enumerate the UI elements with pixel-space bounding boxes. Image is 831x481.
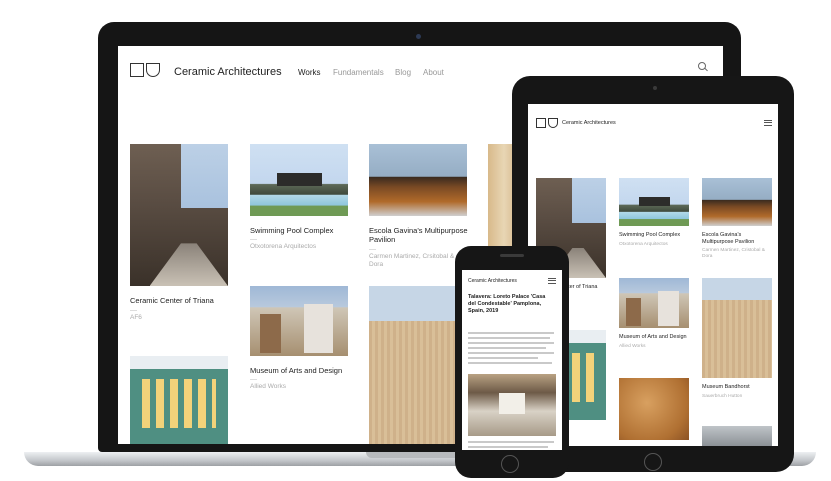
logo-mark-right xyxy=(548,118,558,128)
phone-speaker xyxy=(500,254,524,257)
site-logo[interactable] xyxy=(130,63,160,77)
work-title[interactable]: Escola Gavina's Multipurpose Pavilion xyxy=(369,226,469,244)
work-thumbnail[interactable] xyxy=(619,178,689,226)
work-thumbnail[interactable] xyxy=(250,286,348,356)
tablet-camera xyxy=(653,86,657,90)
work-thumbnail[interactable] xyxy=(130,144,228,286)
work-author: Allied Works xyxy=(619,344,646,349)
text-line xyxy=(468,446,548,448)
site-brand[interactable]: Ceramic Architectures xyxy=(468,278,517,285)
search-icon[interactable] xyxy=(698,62,706,70)
tablet-home-button[interactable] xyxy=(644,453,662,471)
laptop-notch xyxy=(366,452,466,458)
work-thumbnail[interactable] xyxy=(702,278,772,378)
work-thumbnail[interactable] xyxy=(619,278,689,328)
menu-icon[interactable] xyxy=(764,120,772,126)
work-thumbnail[interactable] xyxy=(130,356,228,444)
site-logo[interactable] xyxy=(536,118,558,128)
work-title[interactable]: Swimming Pool Complex xyxy=(619,232,691,239)
nav-about[interactable]: About xyxy=(423,68,444,77)
site-brand[interactable]: Ceramic Architectures xyxy=(562,120,616,127)
work-author: Allied Works xyxy=(250,383,287,390)
work-author: Carmen Martinez, Cristobal & Dora xyxy=(702,248,765,259)
work-thumbnail[interactable] xyxy=(702,426,772,446)
laptop-camera xyxy=(416,34,421,39)
phone-screen: Ceramic Architectures Talavera: Loreto P… xyxy=(462,270,562,450)
nav-fundamentals[interactable]: Fundamentals xyxy=(333,68,384,77)
site-brand[interactable]: Ceramic Architectures xyxy=(174,66,282,78)
work-thumbnail[interactable] xyxy=(619,378,689,440)
text-line xyxy=(468,332,554,334)
menu-icon[interactable] xyxy=(548,278,556,284)
work-author: AF6 xyxy=(130,314,142,321)
divider: — xyxy=(369,246,376,253)
work-title[interactable]: Ceramic Center of Triana xyxy=(130,296,230,305)
logo-mark-left xyxy=(536,118,546,128)
divider: — xyxy=(250,236,257,243)
work-thumbnail[interactable] xyxy=(369,286,467,444)
nav-works[interactable]: Works xyxy=(298,68,321,77)
work-thumbnail[interactable] xyxy=(250,144,348,216)
article-title: Talavera: Loreto Palace 'Casa del Condes… xyxy=(468,294,546,314)
logo-mark-left xyxy=(130,63,144,77)
divider: — xyxy=(130,307,137,314)
work-author: Otxotorena Arquitectos xyxy=(250,243,317,250)
work-author: Otxotorena Arquitectos xyxy=(619,242,668,247)
text-line xyxy=(468,362,552,364)
work-title[interactable]: Museum of Arts and Design xyxy=(619,334,691,341)
nav-blog[interactable]: Blog xyxy=(395,68,411,77)
text-line xyxy=(468,342,554,344)
work-title[interactable]: Escola Gavina's Multipurpose Pavilion xyxy=(702,232,774,245)
work-thumbnail[interactable] xyxy=(702,178,772,226)
work-author: Carmen Martinez, Crsitobal & Dora xyxy=(369,253,455,268)
work-thumbnail[interactable] xyxy=(369,144,467,216)
text-line xyxy=(468,352,554,354)
work-author: Sauerbruch Hutton xyxy=(702,394,743,399)
article-image[interactable] xyxy=(468,374,556,436)
phone-home-button[interactable] xyxy=(501,455,519,473)
text-line xyxy=(468,357,538,359)
work-title[interactable]: Museum Bandhorst xyxy=(702,384,774,391)
text-line xyxy=(468,337,550,339)
text-line xyxy=(468,347,546,349)
work-title[interactable]: Museum of Arts and Design xyxy=(250,366,350,375)
work-title[interactable]: Swimming Pool Complex xyxy=(250,226,350,235)
divider: — xyxy=(250,376,257,383)
logo-mark-right xyxy=(146,63,160,77)
text-line xyxy=(468,441,554,443)
